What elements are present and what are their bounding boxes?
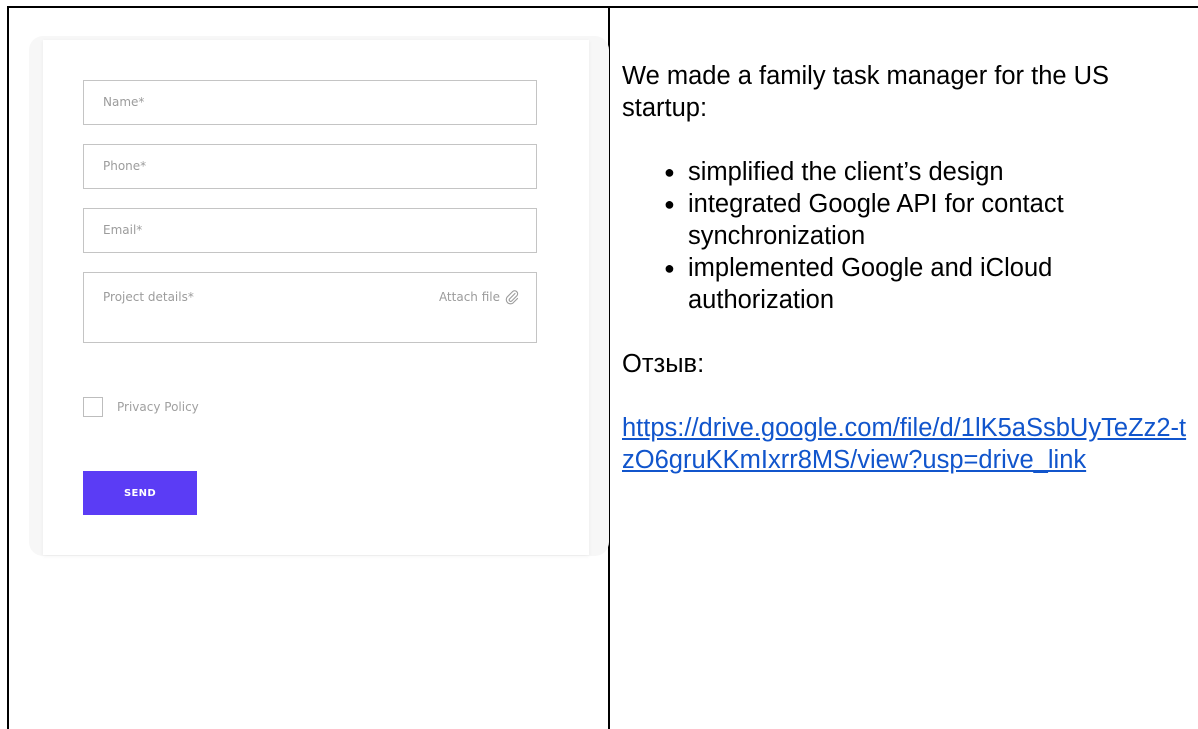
review-link[interactable]: https://drive.google.com/file/d/1lK5aSsb…: [622, 412, 1187, 476]
name-placeholder: Name*: [103, 95, 145, 109]
review-label: Отзыв:: [622, 350, 705, 378]
privacy-policy-label: Privacy Policy: [117, 400, 199, 414]
project-details-placeholder: Project details*: [103, 290, 194, 304]
attach-file-label: Attach file: [438, 290, 500, 304]
bullet-icon: ●: [664, 194, 675, 214]
privacy-policy-checkbox[interactable]: [83, 397, 103, 417]
attach-file-button[interactable]: Attach file: [439, 289, 520, 305]
email-placeholder: Email*: [103, 223, 143, 237]
phone-placeholder: Phone*: [103, 159, 147, 173]
list-item: ● simplified the client’s design: [664, 158, 1004, 186]
form-cell: Name* Phone* Email* Project details* Att…: [9, 8, 609, 729]
phone-field[interactable]: Phone*: [83, 144, 537, 189]
project-details-field[interactable]: Project details* Attach file: [83, 272, 537, 343]
name-field[interactable]: Name*: [83, 80, 537, 125]
intro-text: We made a family task manager for the US…: [622, 62, 1110, 122]
privacy-policy-row: Privacy Policy: [83, 397, 199, 417]
bullet-icon: ●: [664, 258, 675, 278]
paperclip-icon: [505, 290, 519, 305]
list-item: ● implemented Google and iCloud authoriza…: [664, 254, 1053, 314]
email-field[interactable]: Email*: [83, 208, 537, 253]
contact-form: Name* Phone* Email* Project details* Att…: [43, 40, 589, 555]
description-cell: We made a family task manager for the US…: [622, 60, 1192, 476]
features-list: ● simplified the client’s design ● integra…: [622, 156, 1192, 316]
bullet-icon: ●: [664, 162, 675, 182]
list-item: ● integrated Google API for contact synch…: [664, 190, 1064, 250]
send-button[interactable]: SEND: [83, 471, 197, 515]
